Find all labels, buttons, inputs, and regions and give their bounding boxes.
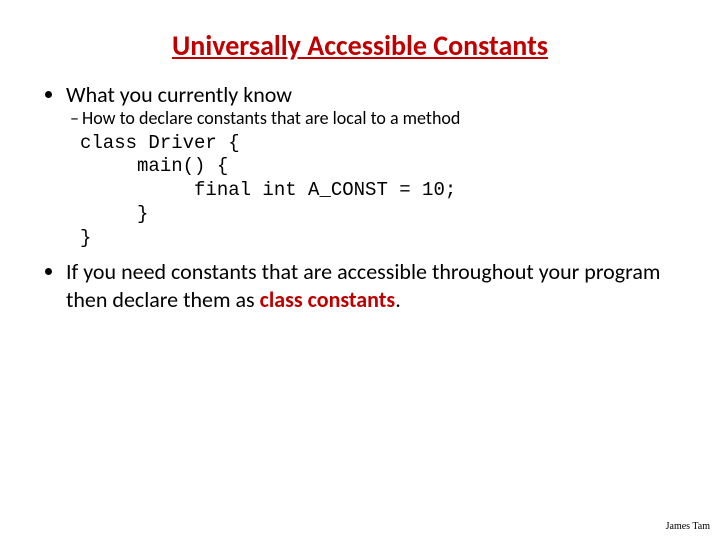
bullet-item-2: If you need constants that are accessibl…: [66, 258, 690, 313]
bullet-1-text: What you currently know: [66, 81, 292, 108]
footer-author: James Tam: [666, 521, 710, 532]
bullet-2-emphasis: class constants: [260, 286, 396, 313]
code-block: class Driver { main() { final int A_CONS…: [80, 132, 690, 251]
sub-bullet-1: –How to declare constants that are local…: [70, 108, 690, 130]
sub-bullet-1-text: How to declare constants that are local …: [82, 107, 460, 129]
slide-title: Universally Accessible Constants: [30, 28, 690, 63]
bullet-list: What you currently know –How to declare …: [30, 81, 690, 313]
bullet-item-1: What you currently know –How to declare …: [66, 81, 690, 250]
dash-icon: –: [70, 108, 82, 130]
bullet-2-text-c: .: [395, 286, 401, 313]
slide: Universally Accessible Constants What yo…: [0, 0, 720, 540]
